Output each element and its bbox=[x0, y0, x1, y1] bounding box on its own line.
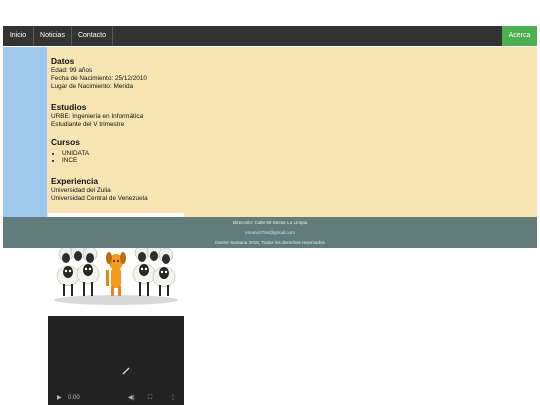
datos-heading: Datos bbox=[51, 56, 75, 66]
estudios-section: Estudios URBE: Ingeniería en Informática… bbox=[51, 102, 143, 129]
play-icon[interactable]: ▶ bbox=[57, 394, 62, 402]
datos-birthdate: Fecha de Nacimiento: 25/12/2010 bbox=[51, 75, 147, 82]
nav-item-contacto[interactable]: Contacto bbox=[72, 26, 112, 46]
nav-divider bbox=[112, 26, 113, 46]
sheep-image bbox=[48, 248, 184, 306]
datos-birthplace: Lugar de Nacimiento: Merida bbox=[51, 83, 134, 90]
profile-panel: Datos Edad: 99 años Fecha de Nacimiento:… bbox=[47, 47, 537, 217]
estudios-line: URBE: Ingeniería en Informática bbox=[51, 113, 143, 120]
sheep-illustration-icon bbox=[54, 248, 178, 305]
footer-email-link[interactable]: emuno0784@gmail.com bbox=[3, 228, 537, 238]
sidebar bbox=[3, 47, 47, 217]
cursor-icon bbox=[122, 367, 130, 375]
estudios-heading: Estudios bbox=[51, 102, 87, 112]
video-time: 0:00 bbox=[68, 395, 80, 401]
footer-address: Dirección: Calle 60 Sector La Limpia bbox=[232, 220, 308, 225]
volume-icon[interactable]: ◀) bbox=[128, 394, 135, 402]
nav-item-inicio[interactable]: Inicio bbox=[3, 26, 33, 46]
datos-age: Edad: 99 años bbox=[51, 67, 93, 74]
footer-copyright: Dentre Santana 2016, Todos los derechos … bbox=[215, 240, 325, 245]
experiencia-line: Universidad del Zulia bbox=[51, 187, 111, 194]
datos-section: Datos Edad: 99 años Fecha de Nacimiento:… bbox=[51, 56, 147, 91]
experiencia-section: Experiencia Universidad del Zulia Univer… bbox=[51, 176, 148, 203]
nav-item-acerca[interactable]: Acerca bbox=[502, 26, 537, 46]
list-item: UNIDATA bbox=[62, 150, 89, 157]
video-controls: ▶ 0:00 ◀) ⛶ ⋮ bbox=[48, 391, 184, 405]
fullscreen-icon[interactable]: ⛶ bbox=[148, 394, 152, 402]
experiencia-line: Universidad Central de Venezuela bbox=[51, 195, 148, 202]
list-item: INCE bbox=[62, 157, 89, 164]
nav-item-noticias[interactable]: Noticias bbox=[34, 26, 71, 46]
cursos-section: Cursos UNIDATA INCE bbox=[51, 137, 89, 164]
footer: Dirección: Calle 60 Sector La Limpia emu… bbox=[3, 217, 537, 248]
top-navigation: Inicio Noticias Contacto Acerca bbox=[3, 26, 537, 46]
estudios-line: Estudiante del V trimestre bbox=[51, 121, 125, 128]
more-options-icon[interactable]: ⋮ bbox=[170, 394, 176, 402]
video-player[interactable]: ▶ 0:00 ◀) ⛶ ⋮ bbox=[48, 316, 184, 405]
cursos-heading: Cursos bbox=[51, 137, 80, 147]
cursos-list: UNIDATA INCE bbox=[51, 150, 89, 164]
experiencia-heading: Experiencia bbox=[51, 176, 99, 186]
